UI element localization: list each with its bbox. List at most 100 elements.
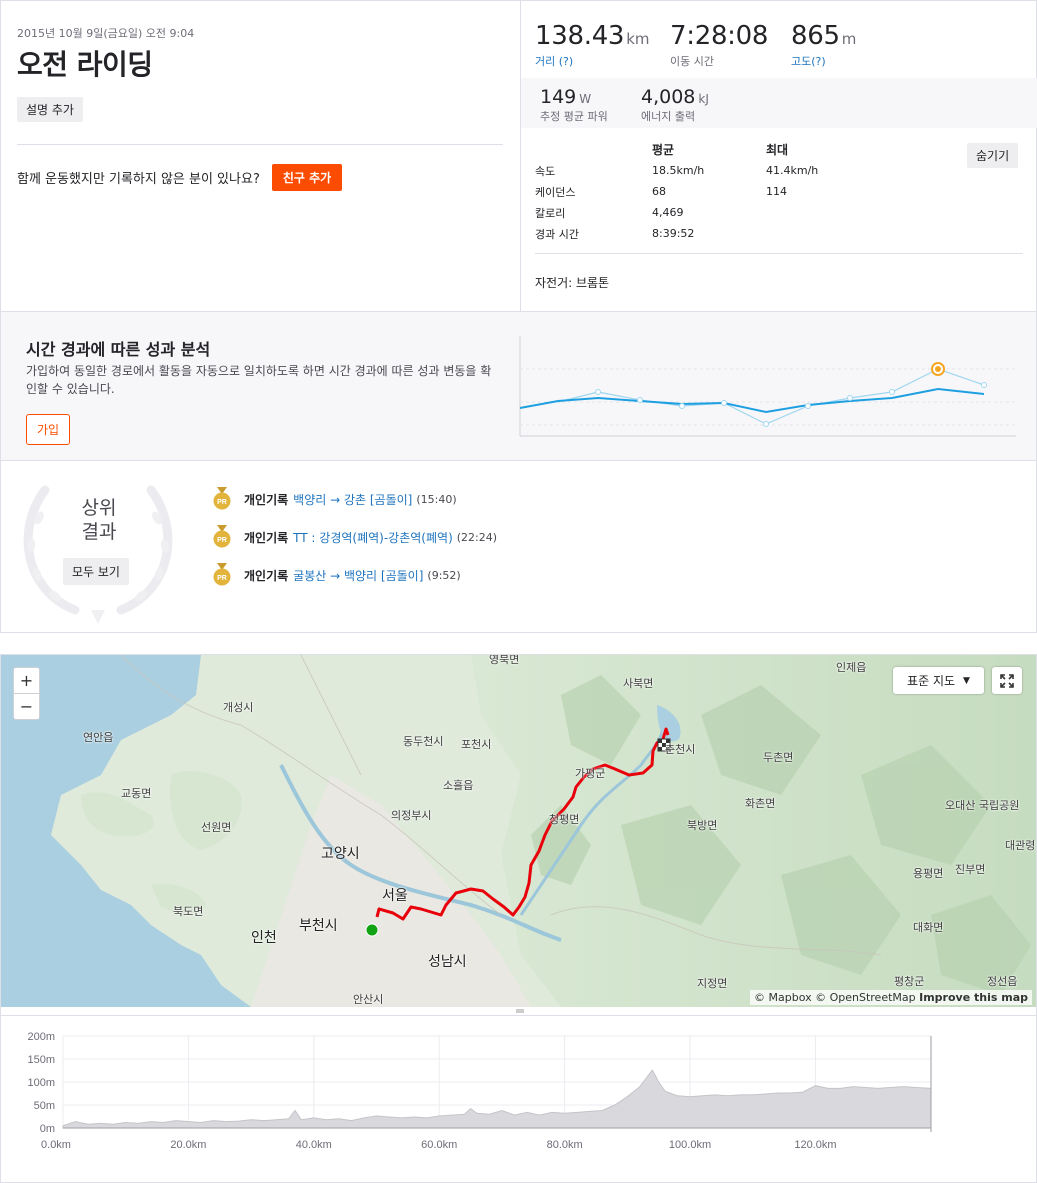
map-label: 교동면 <box>121 787 152 800</box>
row-label: 경과 시간 <box>535 228 579 241</box>
laurel-wreath-icon <box>23 485 173 624</box>
row-avg: 4,469 <box>652 206 684 219</box>
map-label: 소흘읍 <box>443 779 474 792</box>
pr-medal-icon: PR <box>213 525 231 548</box>
map-label: 용평면 <box>913 867 944 880</box>
top-results-title-line1: 상위 <box>81 497 117 519</box>
activity-header: 2015년 10월 9일(금요일) 오전 9:04 오전 라이딩 설명 추가 함… <box>1 1 521 311</box>
map-label: 청평면 <box>549 813 580 826</box>
sparkline-points <box>595 382 987 427</box>
map-label: 고양시 <box>321 846 360 862</box>
power-unit: W <box>579 92 592 106</box>
energy-value: 4,008 <box>641 86 696 108</box>
distance-label-link[interactable]: 거리 (?) <box>535 53 650 69</box>
map-label: 인천 <box>251 930 277 946</box>
divider <box>17 144 503 145</box>
map-label: 성남시 <box>428 954 467 970</box>
energy-unit: kJ <box>698 92 709 106</box>
y-tick-label: 100m <box>27 1077 55 1089</box>
pr-medal-icon: PR <box>213 563 231 586</box>
map-label: 개성시 <box>223 701 254 714</box>
fullscreen-button[interactable] <box>992 667 1022 694</box>
join-button[interactable]: 가입 <box>26 414 71 445</box>
segment-link[interactable]: 굴봉산 → 백양리 [곰돌이] <box>293 567 423 584</box>
stat-elevation: 865 m 고도(?) <box>791 21 856 69</box>
map-label: 부천시 <box>299 918 338 934</box>
view-all-button[interactable]: 모두 보기 <box>63 558 129 585</box>
map-label: 북도면 <box>173 905 204 918</box>
route-map[interactable]: 개성시 연안읍 교동면 선원면 북도면 동두천시 포천시 소흘읍 의정부시 고양… <box>1 655 1036 1007</box>
map-label: 정선읍 <box>987 975 1018 988</box>
improve-map-link[interactable]: Improve this map <box>919 991 1028 1004</box>
map-label: 동두천시 <box>403 735 444 748</box>
elevation-area <box>62 1069 932 1129</box>
stat-energy: 4,008 kJ 에너지 출력 <box>641 86 709 124</box>
result-time: (15:40) <box>416 492 457 506</box>
elevation-profile[interactable]: 200m 150m 100m 50m 0m 0.0km 20.0km 40.0km 60.0km… <box>1 1015 1036 1183</box>
zoom-out-button[interactable]: − <box>13 693 40 720</box>
stat-moving-time: 7:28:08 이동 시간 <box>670 21 768 69</box>
trend-sparkline <box>519 336 1016 437</box>
map-label: 두촌면 <box>763 751 794 764</box>
row-avg: 68 <box>652 185 666 198</box>
col-header-max: 최대 <box>766 143 789 157</box>
result-time: (22:24) <box>456 530 498 544</box>
y-tick-label: 0m <box>40 1123 55 1135</box>
map-label: 서울 <box>382 888 408 904</box>
activity-title: 오전 라이딩 <box>17 48 153 81</box>
stat-power: 149 W 추정 평균 파워 <box>540 86 608 124</box>
x-tick-label: 80.0km <box>547 1139 583 1151</box>
map-label: 의정부시 <box>391 809 432 822</box>
secondary-stats: 149 W 추정 평균 파워 4,008 kJ 에너지 출력 <box>521 78 1037 128</box>
top-results: 상위 결과 모두 보기 PR 개인기록 백양리 → 강촌 [곰돌이] (15:4… <box>1 462 1036 632</box>
svg-text:PR: PR <box>217 575 227 582</box>
chevron-down-icon: ▼ <box>963 675 970 686</box>
result-label: 개인기록 <box>244 568 289 583</box>
power-label: 추정 평균 파워 <box>540 110 608 123</box>
map-label: 진부면 <box>955 863 986 876</box>
svg-text:PR: PR <box>217 499 227 506</box>
pr-medal-icon: PR <box>213 487 231 510</box>
activity-stats: 138.43 km 거리 (?) 7:28:08 이동 시간 865 m 고도(?)… <box>520 1 1037 311</box>
result-item: PR 개인기록 백양리 → 강촌 [곰돌이] (15:40) <box>213 487 457 511</box>
mapbox-link[interactable]: © Mapbox <box>754 991 812 1004</box>
hide-button[interactable]: 숨기기 <box>967 143 1019 168</box>
activity-date: 2015년 10월 9일(금요일) 오전 9:04 <box>17 27 195 40</box>
map-label: 대화면 <box>913 921 944 934</box>
segment-link[interactable]: 백양리 → 강촌 [곰돌이] <box>293 491 412 508</box>
y-tick-label: 50m <box>34 1100 55 1112</box>
performance-analysis: 시간 경과에 따른 성과 분석 가입하여 동일한 경로에서 활동을 자동으로 일… <box>1 311 1036 461</box>
osm-link[interactable]: © OpenStreetMap <box>815 991 916 1004</box>
elevation-label-link[interactable]: 고도(?) <box>791 53 856 69</box>
segment-link[interactable]: TT : 강경역(폐역)-강촌역(폐역) <box>293 529 453 546</box>
map-label: 지정면 <box>697 977 728 990</box>
row-avg: 18.5km/h <box>652 164 705 177</box>
x-tick-label: 20.0km <box>170 1139 206 1151</box>
result-label: 개인기록 <box>244 530 289 545</box>
elevation-value: 865 <box>791 21 840 51</box>
stat-distance: 138.43 km 거리 (?) <box>535 21 650 69</box>
resize-handle-icon[interactable] <box>514 1007 526 1015</box>
map-label: 연안읍 <box>83 731 114 744</box>
x-tick-label: 0.0km <box>41 1139 71 1151</box>
map-label: 안산시 <box>353 993 384 1006</box>
map-label: 인제읍 <box>836 661 867 674</box>
x-tick-label: 120.0km <box>794 1139 836 1151</box>
divider <box>535 253 1023 254</box>
zoom-in-button[interactable]: + <box>13 667 40 694</box>
friends-prompt: 함께 운동했지만 기록하지 않은 분이 있나요? <box>17 172 260 187</box>
map-card: 개성시 연안읍 교동면 선원면 북도면 동두천시 포천시 소흘읍 의정부시 고양… <box>0 654 1037 1183</box>
map-label: 선원면 <box>201 821 232 834</box>
map-label: 대관령 <box>1005 839 1036 852</box>
map-label: 평창군 <box>894 975 925 988</box>
row-avg: 8:39:52 <box>652 227 695 240</box>
map-label: 영북면 <box>489 655 520 666</box>
y-tick-label: 200m <box>27 1031 55 1043</box>
add-friend-button[interactable]: 친구 추가 <box>271 164 343 191</box>
y-tick-label: 150m <box>27 1054 55 1066</box>
add-description-button[interactable]: 설명 추가 <box>17 97 83 122</box>
map-style-select[interactable]: 표준 지도 ▼ <box>893 667 984 694</box>
map-label: 북방면 <box>687 819 718 832</box>
sparkline-trend-line <box>519 387 985 414</box>
elevation-chart: 200m 150m 100m 50m 0m 0.0km 20.0km 40.0km 60.0km… <box>27 1031 932 1151</box>
